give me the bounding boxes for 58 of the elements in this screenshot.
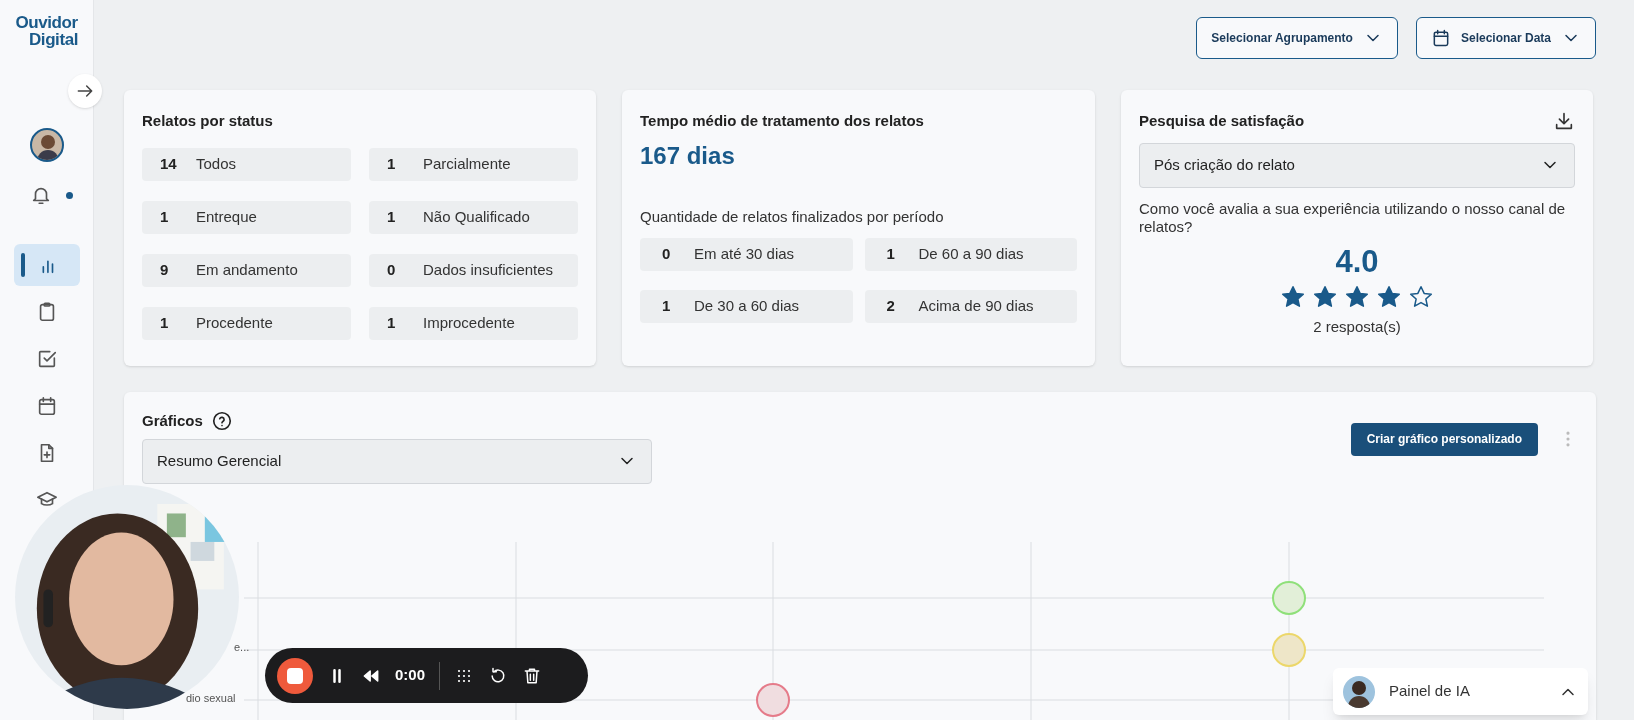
stat-label: Parcialmente (423, 153, 511, 174)
stat-label: Procedente (196, 312, 273, 333)
stat-label: Em andamento (196, 259, 298, 280)
avatar-icon (1343, 675, 1375, 708)
card-title: Gráficos (142, 411, 203, 431)
recording-timer: 0:00 (395, 665, 426, 686)
stat-count: 1 (386, 312, 397, 333)
stat-count: 1 (159, 206, 170, 227)
logo-text: Ouvidor (15, 14, 78, 31)
help-icon[interactable] (210, 410, 233, 433)
stat-count: 1 (661, 296, 672, 317)
stat-count: 1 (386, 153, 397, 174)
stat-label: De 60 a 90 dias (918, 244, 1024, 265)
card-title: Pesquisa de satisfação (1139, 111, 1305, 131)
survey-select[interactable]: Pós criação do relato (1139, 142, 1575, 188)
average-score: 4.0 (1334, 243, 1380, 280)
stat-label: Entreque (196, 206, 257, 227)
axis-label: e... (234, 640, 250, 655)
stat-count: 1 (885, 244, 896, 265)
stat-count: 0 (386, 259, 397, 280)
logo-text: Digital (29, 31, 78, 48)
stat-label: Improcedente (423, 312, 515, 333)
stat-count: 0 (661, 244, 672, 265)
filled-star-icon (1312, 283, 1338, 310)
chart-type-select[interactable]: Resumo Gerencial (142, 438, 652, 484)
create-chart-button[interactable]: Criar gráfico personalizado (1350, 422, 1538, 456)
stat-label: Todos (196, 153, 237, 174)
stat-label: De 30 a 60 dias (694, 296, 800, 317)
filled-star-icon (1344, 283, 1370, 310)
ai-panel-button[interactable]: Painel de IA (1333, 668, 1588, 715)
date-select-button[interactable]: Selecionar Data (1415, 17, 1596, 59)
axis-label: dio sexual (186, 691, 236, 706)
filled-star-icon (1280, 283, 1306, 310)
average-time-value: 167 dias (640, 140, 736, 171)
chart-bubble (756, 683, 790, 717)
stat-label: Acima de 90 dias (918, 296, 1034, 317)
user-avatar[interactable] (29, 128, 64, 162)
filled-star-icon (1376, 283, 1402, 310)
sidebar-nav-item[interactable] (13, 244, 80, 286)
stat-count: 9 (159, 259, 170, 280)
stat-label: Dados insuficientes (423, 259, 554, 280)
chart-bubble (1272, 633, 1306, 667)
empty-star-icon (1408, 283, 1434, 310)
chart-bubble (1272, 581, 1306, 615)
grouping-select-button[interactable]: Selecionar Agrupamento (1196, 17, 1398, 59)
stat-count: 2 (885, 296, 896, 317)
section-subtitle: Quantidade de relatos finalizados por período (640, 206, 945, 227)
stat-label: Não Qualificado (423, 206, 530, 227)
stat-label: Em até 30 dias (694, 244, 795, 265)
survey-question: Como você avalia a sua experiência utilizando o nosso canal de relatos? (1139, 199, 1567, 236)
stat-count: 1 (386, 206, 397, 227)
card-title: Relatos por status (142, 111, 274, 131)
stat-count: 1 (159, 312, 170, 333)
expand-sidebar-button[interactable] (68, 74, 102, 108)
stop-recording-button[interactable] (277, 657, 313, 694)
response-count: 2 resposta(s) (1312, 316, 1402, 337)
stat-count: 14 (159, 153, 178, 174)
card-title: Tempo médio de tratamento dos relatos (640, 111, 925, 131)
